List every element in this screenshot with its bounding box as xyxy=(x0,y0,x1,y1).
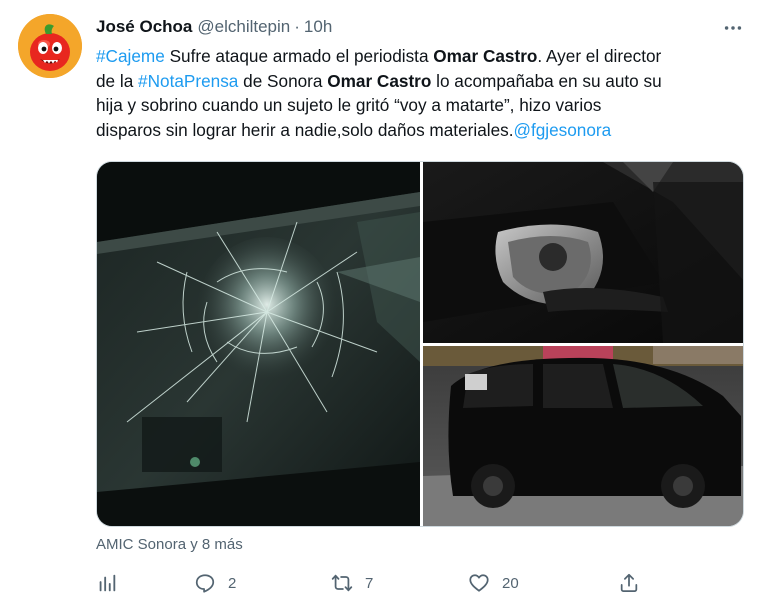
tweet: José Ochoa @elchiltepin · 10h #Cajeme Su… xyxy=(0,0,768,609)
text-segment: . Ayer el director xyxy=(537,46,662,66)
tweet-text-line-3: hija y sobrino cuando un sujeto le gritó… xyxy=(96,93,756,118)
text-segment: hija y sobrino cuando un sujeto le gritó… xyxy=(96,95,602,115)
reply-button[interactable]: 2 xyxy=(194,568,236,598)
separator-dot: · xyxy=(294,17,300,36)
hashtag-link[interactable]: #NotaPrensa xyxy=(138,71,238,91)
more-options-button[interactable] xyxy=(718,18,748,38)
share-icon xyxy=(620,573,638,592)
retweet-button[interactable]: 7 xyxy=(331,568,373,598)
avatar[interactable] xyxy=(18,14,82,78)
more-horizontal-icon xyxy=(724,26,742,30)
chili-pepper-avatar-icon xyxy=(18,14,82,78)
bold-name: Omar Castro xyxy=(327,70,432,91)
author-name[interactable]: José Ochoa xyxy=(96,17,192,37)
retweet-icon xyxy=(331,574,353,592)
timestamp[interactable]: 10h xyxy=(304,17,332,37)
photo-black-suv[interactable] xyxy=(423,346,743,526)
like-count: 20 xyxy=(502,574,519,592)
bold-name: Omar Castro xyxy=(433,46,538,66)
tweet-text-line-2: de la #NotaPrensa de Sonora Omar Castro … xyxy=(96,69,756,94)
reply-count: 2 xyxy=(228,574,237,592)
mention-link[interactable]: @fgjesonora xyxy=(514,120,612,140)
text-segment: de la xyxy=(96,70,139,91)
photo-damaged-side-mirror[interactable] xyxy=(423,162,743,343)
action-bar: 2 7 20 xyxy=(96,568,756,598)
tweet-text-line-1: #Cajeme Sufre ataque armado el periodist… xyxy=(96,44,756,69)
author-handle[interactable]: @elchiltepin xyxy=(197,17,290,37)
tweet-text-line-4: disparos sin lograr herir a nadie,solo d… xyxy=(96,118,756,143)
text-segment: de Sonora xyxy=(238,70,328,91)
photo-tags-attribution[interactable]: AMIC Sonora y 8 más xyxy=(96,536,243,553)
media-grid xyxy=(96,161,744,527)
photo-shattered-windshield[interactable] xyxy=(97,162,420,526)
like-button[interactable]: 20 xyxy=(468,568,519,598)
heart-icon xyxy=(469,574,489,592)
tweet-header: José Ochoa @elchiltepin · 10h xyxy=(96,16,332,38)
analytics-button[interactable] xyxy=(96,568,118,598)
hashtag-link[interactable]: #Cajeme xyxy=(96,46,165,66)
text-segment: lo acompañaba en su auto su xyxy=(431,70,662,91)
analytics-icon xyxy=(99,574,116,592)
reply-icon xyxy=(195,574,215,593)
share-button[interactable] xyxy=(618,568,640,598)
retweet-count: 7 xyxy=(365,574,374,592)
text-segment: Sufre ataque armado el periodista xyxy=(164,46,434,66)
tweet-text: #Cajeme Sufre ataque armado el periodist… xyxy=(96,44,756,142)
text-segment: disparos sin lograr herir a nadie,solo d… xyxy=(96,119,514,140)
